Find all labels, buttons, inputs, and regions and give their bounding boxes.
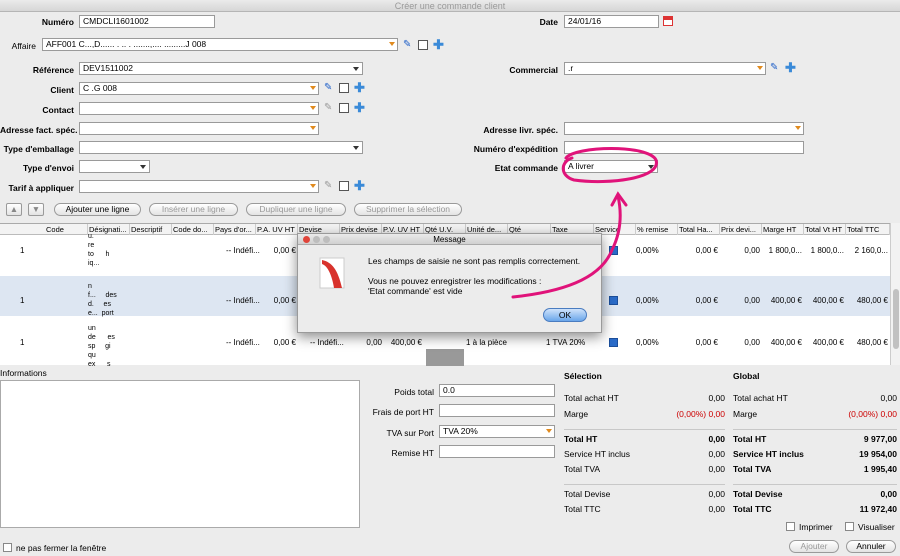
ajouter-button[interactable]: Ajouter (789, 540, 839, 553)
total-value: 19 954,00 (859, 449, 897, 459)
total-value: (0,00%) 0,00 (676, 409, 725, 419)
visualiser-label: Visualiser (858, 522, 895, 532)
informations-textarea[interactable] (0, 380, 360, 528)
remise-field[interactable] (439, 445, 555, 458)
total-value: 0,00 (708, 504, 725, 514)
total-value: 0,00 (708, 393, 725, 403)
fermer-checkbox[interactable] (3, 543, 12, 552)
separator (733, 429, 897, 430)
total-value: 0,00 (708, 434, 725, 444)
separator (564, 484, 725, 485)
fermer-label: ne pas fermer la fenêtre (16, 543, 107, 553)
total-value: 0,00 (708, 464, 725, 474)
total-value: 0,00 (708, 449, 725, 459)
total-value: (0,00%) 0,00 (848, 409, 897, 419)
total-value: 0,00 (708, 489, 725, 499)
poids-field[interactable]: 0.0 (439, 384, 555, 397)
imprimer-label: Imprimer (799, 522, 833, 532)
total-value: 0,00 (880, 489, 897, 499)
annuler-button[interactable]: Annuler (846, 540, 896, 553)
total-value: 11 972,40 (859, 504, 897, 514)
total-value: 0,00 (880, 393, 897, 403)
poids-label: Poids total (394, 387, 434, 397)
separator (733, 484, 897, 485)
tva-port-value: TVA 20% (443, 426, 478, 436)
global-title: Global (733, 371, 760, 381)
dropdown-arrow-icon (546, 429, 552, 433)
separator (564, 429, 725, 430)
remise-label: Remise HT (391, 448, 434, 458)
total-value: 9 977,00 (863, 434, 897, 444)
total-value: 1 995,40 (863, 464, 897, 474)
imprimer-checkbox[interactable] (786, 522, 795, 531)
visualiser-checkbox[interactable] (845, 522, 854, 531)
frais-field[interactable] (439, 404, 555, 417)
tva-port-label: TVA sur Port (386, 428, 434, 438)
tva-port-select[interactable]: TVA 20% (439, 425, 555, 438)
informations-label: Informations (0, 368, 47, 378)
frais-label: Frais de port HT (372, 407, 434, 417)
selection-title: Sélection (564, 371, 602, 381)
